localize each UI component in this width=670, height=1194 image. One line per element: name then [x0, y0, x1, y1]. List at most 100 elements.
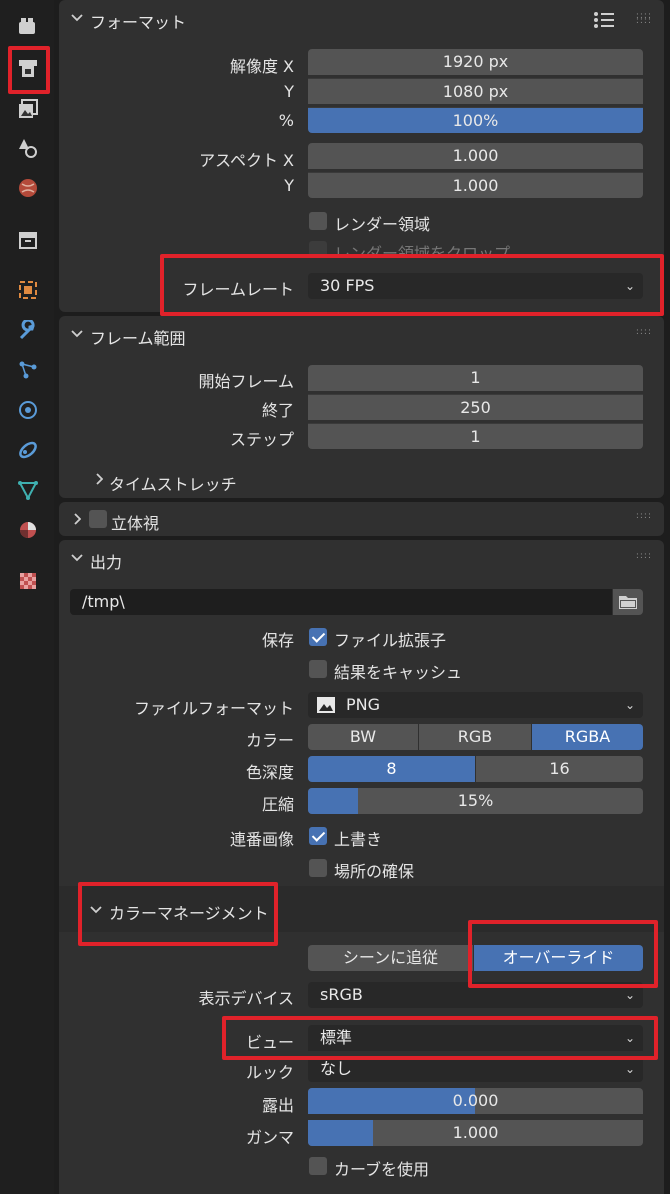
overwrite-label: 上書き	[334, 830, 383, 849]
view-layer-tab-icon[interactable]	[9, 130, 47, 166]
frame-start-field[interactable]: 1	[308, 365, 643, 391]
frame-end-field[interactable]: 250	[308, 394, 643, 420]
properties-editor: フォーマット :::::::: 解像度 X 1920 px Y 1080 px …	[0, 0, 670, 1194]
color-management-header[interactable]: カラーマネージメント	[59, 886, 664, 932]
look-dropdown[interactable]: なし ⌄	[308, 1056, 643, 1082]
chevron-down-icon: ⌄	[624, 1031, 635, 1045]
chevron-down-icon: ⌄	[624, 1062, 635, 1076]
compression-label: 圧縮	[261, 795, 294, 814]
color-depth-label: 色深度	[245, 763, 294, 782]
file-format-dropdown[interactable]: PNG ⌄	[308, 692, 643, 718]
chevron-down-icon	[71, 554, 83, 562]
output-header[interactable]: 出力 ::::	[59, 540, 664, 578]
object-tab-icon[interactable]	[9, 272, 47, 308]
constraints-tab-icon[interactable]	[9, 432, 47, 468]
chevron-right-icon[interactable]	[73, 513, 81, 525]
color-label: カラー	[245, 731, 294, 750]
chevron-down-icon: ⌄	[624, 279, 635, 293]
exposure-slider[interactable]: 0.000	[308, 1088, 643, 1114]
image-sequence-label: 連番画像	[229, 830, 294, 849]
stereoscopy-title: 立体視	[111, 514, 160, 533]
aspect-x-field[interactable]: 1.000	[308, 143, 643, 169]
browse-folder-button[interactable]	[613, 589, 643, 615]
material-tab-icon[interactable]	[9, 512, 47, 548]
res-x-label: 解像度 X	[229, 57, 294, 76]
render-region-checkbox[interactable]	[309, 212, 327, 230]
color-bw-button[interactable]: BW	[308, 724, 418, 750]
drag-grip-icon[interactable]: ::::	[636, 512, 652, 521]
override-button[interactable]: オーバーライド	[474, 945, 643, 971]
cache-result-checkbox[interactable]	[309, 660, 327, 678]
percent-label: %	[278, 111, 294, 130]
format-panel-header[interactable]: フォーマット ::::::::	[59, 0, 664, 38]
color-management-title: カラーマネージメント	[109, 904, 269, 923]
display-device-dropdown[interactable]: sRGB ⌄	[308, 982, 643, 1008]
file-extensions-label: ファイル拡張子	[334, 631, 447, 650]
stereoscopy-checkbox[interactable]	[89, 510, 107, 528]
frame-end-label: 終了	[261, 401, 294, 420]
overwrite-checkbox[interactable]	[309, 827, 327, 845]
gamma-label: ガンマ	[245, 1128, 294, 1147]
output-tab-icon[interactable]	[9, 91, 47, 127]
compression-fill	[308, 788, 358, 814]
scene-tab-icon[interactable]	[9, 170, 47, 206]
frame-range-header[interactable]: フレーム範囲 ::::	[59, 316, 664, 354]
frame-step-field[interactable]: 1	[308, 423, 643, 449]
output-panel: 出力 :::: /tmp\ 保存 ファイル拡張子 結果をキャッシュ ファイルフォ…	[59, 540, 664, 1194]
framerate-label: フレームレート	[182, 280, 294, 299]
frame-range-title: フレーム範囲	[90, 329, 186, 348]
render-tab-icon[interactable]	[9, 51, 47, 87]
view-transform-dropdown[interactable]: 標準 ⌄	[308, 1025, 643, 1051]
res-y-label: Y	[284, 82, 294, 101]
compression-slider[interactable]: 15%	[308, 788, 643, 814]
placeholders-label: 場所の確保	[334, 862, 415, 881]
properties-tab-bar	[0, 0, 54, 1194]
texture-tab-icon[interactable]	[9, 563, 47, 599]
output-path-input[interactable]: /tmp\	[70, 589, 612, 615]
stereoscopy-panel: 立体視 ::::	[59, 502, 664, 536]
modifier-tab-icon[interactable]	[9, 313, 47, 349]
format-panel: フォーマット :::::::: 解像度 X 1920 px Y 1080 px …	[59, 0, 664, 312]
particles-tab-icon[interactable]	[9, 352, 47, 388]
aspect-y-field[interactable]: 1.000	[308, 172, 643, 198]
color-rgb-button[interactable]: RGB	[419, 724, 531, 750]
cache-result-label: 結果をキャッシュ	[334, 663, 463, 682]
resolution-percent-slider[interactable]: 100%	[308, 107, 643, 133]
framerate-dropdown[interactable]: 30 FPS ⌄	[308, 273, 643, 299]
physics-tab-icon[interactable]	[9, 392, 47, 428]
view-label: ビュー	[245, 1033, 294, 1052]
file-extensions-checkbox[interactable]	[309, 628, 327, 646]
res-x-field[interactable]: 1920 px	[308, 49, 643, 75]
drag-grip-icon[interactable]: ::::::::	[636, 12, 652, 26]
drag-grip-icon[interactable]: ::::	[636, 328, 652, 337]
time-stretch-subpanel[interactable]: タイムストレッチ	[109, 471, 237, 495]
chevron-down-icon	[71, 330, 83, 338]
folder-icon	[619, 596, 637, 609]
chevron-down-icon	[71, 14, 83, 22]
aspect-y-label: Y	[284, 176, 294, 195]
frame-start-label: 開始フレーム	[198, 372, 294, 391]
world-tab-icon[interactable]	[9, 222, 47, 258]
tool-tab-icon[interactable]	[9, 8, 47, 44]
res-y-field[interactable]: 1080 px	[308, 78, 643, 104]
gamma-slider[interactable]: 1.000	[308, 1120, 643, 1146]
presets-list-icon[interactable]	[593, 11, 615, 29]
frame-step-label: ステップ	[229, 430, 294, 449]
data-tab-icon[interactable]	[9, 472, 47, 508]
follow-scene-button[interactable]: シーンに追従	[308, 945, 473, 971]
aspect-x-label: アスペクト X	[199, 151, 294, 170]
look-label: ルック	[245, 1063, 294, 1082]
color-rgba-button[interactable]: RGBA	[532, 724, 643, 750]
file-format-label: ファイルフォーマット	[133, 699, 294, 718]
placeholders-checkbox[interactable]	[309, 859, 327, 877]
depth-16-button[interactable]: 16	[476, 756, 643, 782]
chevron-down-icon: ⌄	[624, 988, 635, 1002]
drag-grip-icon[interactable]: ::::	[636, 552, 652, 561]
chevron-down-icon	[90, 906, 102, 914]
depth-8-button[interactable]: 8	[308, 756, 475, 782]
use-curves-checkbox[interactable]	[309, 1157, 327, 1175]
image-icon	[317, 697, 335, 713]
chevron-right-icon[interactable]	[95, 473, 103, 485]
use-curves-label: カーブを使用	[334, 1160, 430, 1179]
frame-range-panel: フレーム範囲 :::: 開始フレーム 1 終了 250 ステップ 1 タイムスト…	[59, 316, 664, 498]
